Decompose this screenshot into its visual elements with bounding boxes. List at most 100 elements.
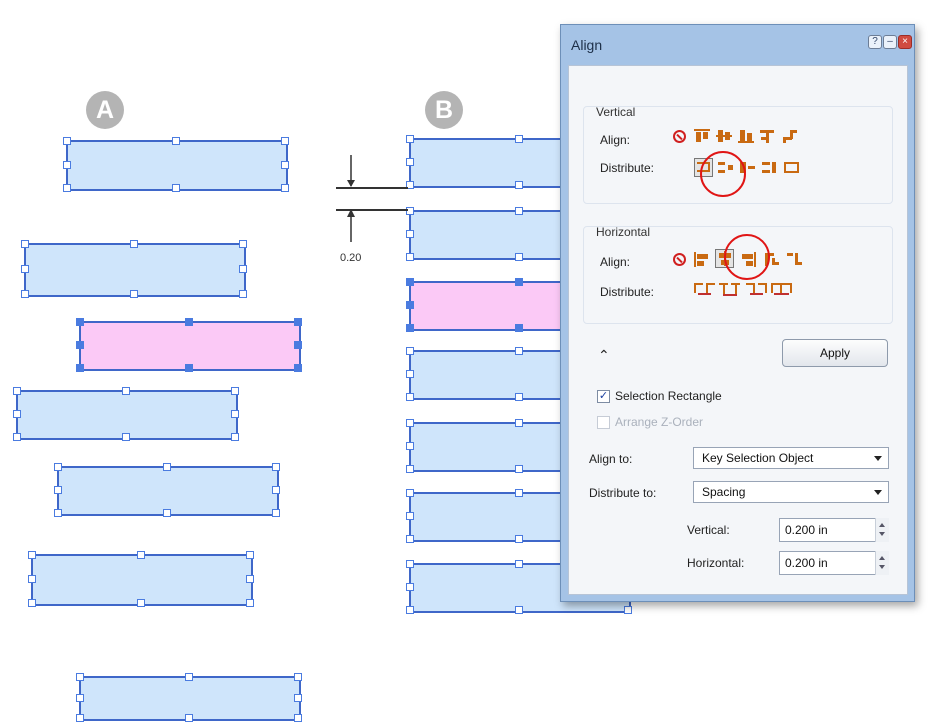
selection-handle[interactable] xyxy=(185,673,193,681)
selection-handle[interactable] xyxy=(76,364,84,372)
selection-handle[interactable] xyxy=(294,714,302,722)
vertical-align-baseline-icon[interactable] xyxy=(760,129,776,143)
selection-handle[interactable] xyxy=(515,181,523,189)
distribute-right-icon[interactable] xyxy=(746,283,768,297)
selection-handle[interactable] xyxy=(281,160,289,169)
horizontal-align-left-icon[interactable] xyxy=(694,252,710,267)
vertical-align-none-icon[interactable] xyxy=(673,130,686,143)
selection-handle[interactable] xyxy=(515,465,523,473)
selection-handle[interactable] xyxy=(246,551,254,559)
selection-handle[interactable] xyxy=(515,278,523,286)
selection-handle[interactable] xyxy=(406,442,414,450)
selection-handle[interactable] xyxy=(185,714,193,722)
vertical-spacing-input[interactable]: 0.200 in xyxy=(779,518,889,542)
selection-handle[interactable] xyxy=(63,137,71,145)
selection-handle[interactable] xyxy=(76,673,84,681)
selection-handle[interactable] xyxy=(294,673,302,681)
shape-a5[interactable] xyxy=(54,463,280,517)
selection-handle[interactable] xyxy=(28,575,36,583)
selection-handle[interactable] xyxy=(624,606,632,614)
help-button[interactable]: ? xyxy=(868,35,882,49)
distribute-height-icon[interactable] xyxy=(784,161,800,175)
align-to-select[interactable]: Key Selection Object xyxy=(693,447,889,469)
vertical-spinner[interactable] xyxy=(875,518,889,542)
selection-handle[interactable] xyxy=(406,324,414,332)
selection-handle[interactable] xyxy=(231,387,239,395)
selection-handle[interactable] xyxy=(406,535,414,543)
selection-handle[interactable] xyxy=(406,512,414,520)
selection-handle[interactable] xyxy=(122,387,130,395)
selection-handle[interactable] xyxy=(172,184,180,192)
vertical-align-step-icon[interactable] xyxy=(782,129,798,143)
horizontal-spacing-input[interactable]: 0.200 in xyxy=(779,551,889,575)
selection-handle[interactable] xyxy=(406,158,414,166)
distribute-to-select[interactable]: Spacing xyxy=(693,481,889,503)
selection-handle[interactable] xyxy=(163,463,171,471)
selection-handle[interactable] xyxy=(76,318,84,326)
selection-handle[interactable] xyxy=(172,137,180,145)
apply-button[interactable]: Apply xyxy=(782,339,888,367)
selection-handle[interactable] xyxy=(76,693,84,702)
selection-handle[interactable] xyxy=(63,160,71,169)
selection-handle[interactable] xyxy=(406,230,414,238)
shape-a1[interactable] xyxy=(63,137,289,192)
selection-handle[interactable] xyxy=(63,184,71,192)
selection-handle[interactable] xyxy=(272,509,280,517)
selection-handle[interactable] xyxy=(130,240,138,248)
selection-handle[interactable] xyxy=(231,410,239,418)
vertical-align-top-icon[interactable] xyxy=(694,129,710,143)
selection-handle[interactable] xyxy=(515,606,523,614)
selection-handle[interactable] xyxy=(13,387,21,395)
selection-handle[interactable] xyxy=(406,465,414,473)
selection-handle[interactable] xyxy=(294,341,302,349)
selection-handle[interactable] xyxy=(515,419,523,427)
selection-handle[interactable] xyxy=(185,364,193,372)
selection-handle[interactable] xyxy=(13,410,21,418)
selection-handle[interactable] xyxy=(406,370,414,378)
selection-handle[interactable] xyxy=(54,463,62,471)
selection-handle[interactable] xyxy=(21,265,29,273)
selection-handle[interactable] xyxy=(515,347,523,355)
vertical-align-bottom-icon[interactable] xyxy=(738,129,754,143)
collapse-icon[interactable]: ⌃ xyxy=(598,347,610,364)
selection-handle[interactable] xyxy=(246,599,254,607)
selection-handle[interactable] xyxy=(13,433,21,441)
selection-handle[interactable] xyxy=(28,551,36,559)
selection-handle[interactable] xyxy=(406,253,414,261)
selection-handle[interactable] xyxy=(76,714,84,722)
arrange-z-order-checkbox[interactable] xyxy=(597,416,610,429)
selection-handle[interactable] xyxy=(272,486,280,494)
selection-handle[interactable] xyxy=(281,137,289,145)
selection-handle[interactable] xyxy=(515,560,523,568)
selection-handle[interactable] xyxy=(21,240,29,248)
selection-handle[interactable] xyxy=(239,290,247,298)
selection-handle[interactable] xyxy=(406,606,414,614)
selection-handle[interactable] xyxy=(515,135,523,143)
distribute-left-icon[interactable] xyxy=(694,283,716,297)
selection-handle[interactable] xyxy=(406,301,414,309)
horizontal-spinner[interactable] xyxy=(875,551,889,575)
selection-handle[interactable] xyxy=(54,486,62,494)
distribute-h-center-icon[interactable] xyxy=(719,283,741,297)
selection-handle[interactable] xyxy=(406,419,414,427)
distribute-width-icon[interactable] xyxy=(771,283,793,297)
selection-handle[interactable] xyxy=(406,560,414,568)
selection-handle[interactable] xyxy=(406,135,414,143)
shape-a6[interactable] xyxy=(28,551,254,607)
panel-titlebar[interactable]: Align ? – × xyxy=(561,25,914,65)
selection-handle[interactable] xyxy=(406,583,414,591)
selection-handle[interactable] xyxy=(515,393,523,401)
vertical-align-center-icon[interactable] xyxy=(716,129,732,143)
horizontal-align-none-icon[interactable] xyxy=(673,253,686,266)
selection-handle[interactable] xyxy=(21,290,29,298)
selection-handle[interactable] xyxy=(272,463,280,471)
selection-handle[interactable] xyxy=(515,489,523,497)
selection-handle[interactable] xyxy=(515,324,523,332)
distribute-bottom-icon[interactable] xyxy=(762,161,778,175)
selection-handle[interactable] xyxy=(294,318,302,326)
shape-a2[interactable] xyxy=(21,240,247,298)
selection-handle[interactable] xyxy=(122,433,130,441)
selection-handle[interactable] xyxy=(137,551,145,559)
selection-handle[interactable] xyxy=(54,509,62,517)
selection-handle[interactable] xyxy=(515,535,523,543)
